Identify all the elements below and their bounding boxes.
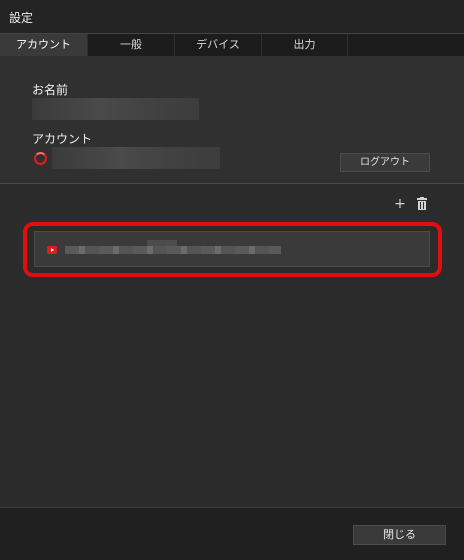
- logout-button[interactable]: ログアウト: [340, 153, 430, 172]
- account-label: アカウント: [32, 132, 93, 146]
- linked-accounts-area: +: [0, 185, 464, 507]
- trash-icon[interactable]: [415, 197, 429, 211]
- trash-icon-svg: [417, 197, 427, 210]
- window-title: 設定: [9, 11, 34, 25]
- tab-output[interactable]: 出力: [262, 34, 348, 56]
- highlight-box: [23, 222, 442, 277]
- name-value-redacted: [32, 98, 199, 120]
- account-panel: お名前 アカウント ログアウト: [0, 56, 464, 184]
- tab-bar: アカウント 一般 デバイス 出力: [0, 34, 464, 56]
- close-button[interactable]: 閉じる: [353, 525, 446, 545]
- name-label: お名前: [32, 83, 69, 97]
- account-value-redacted: [52, 147, 220, 169]
- loading-spinner-icon: [34, 152, 47, 165]
- footer: 閉じる: [0, 507, 464, 560]
- tab-devices[interactable]: デバイス: [175, 34, 262, 56]
- plus-icon[interactable]: +: [393, 197, 407, 211]
- tab-account[interactable]: アカウント: [0, 34, 88, 56]
- tab-general[interactable]: 一般: [88, 34, 175, 56]
- title-bar: 設定: [0, 0, 464, 34]
